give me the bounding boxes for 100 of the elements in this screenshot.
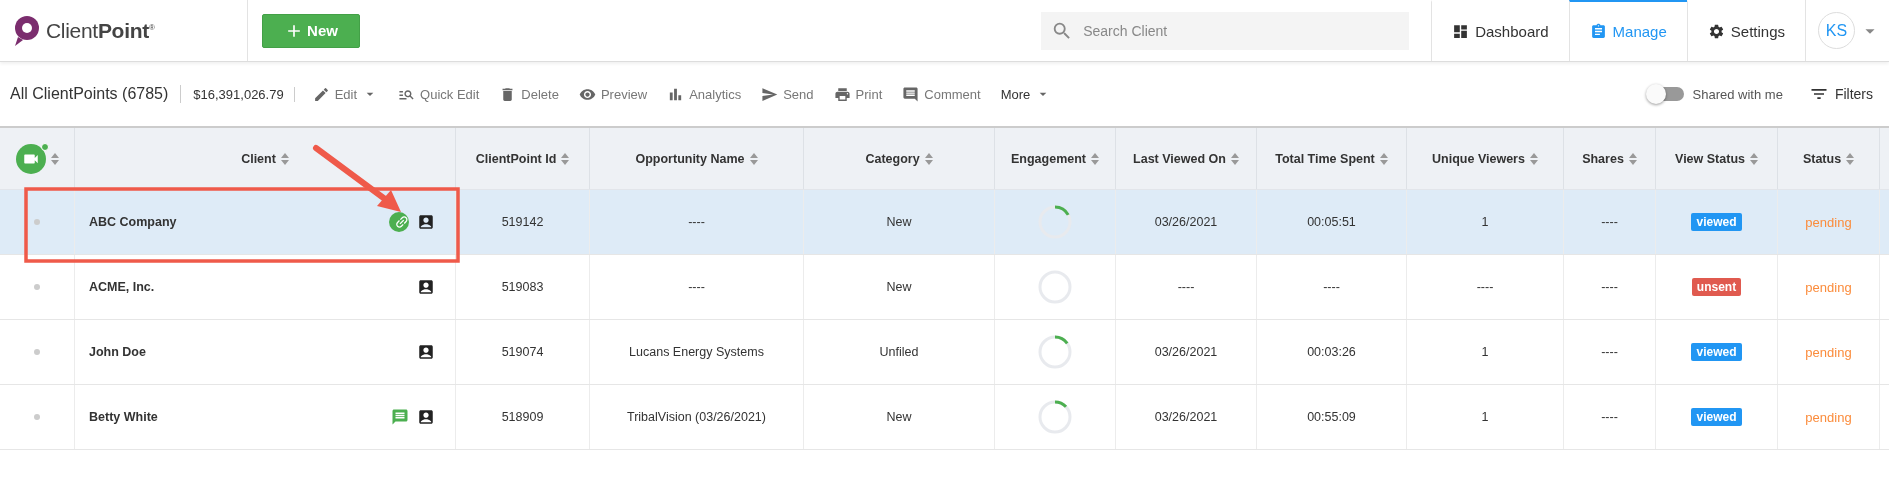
engagement-ring: [1036, 398, 1074, 436]
table-cell: ----: [688, 280, 705, 294]
toolbar-button[interactable]: Delete: [489, 85, 569, 103]
send-icon: [761, 85, 779, 103]
column-header[interactable]: Status: [1802, 151, 1842, 166]
table-cell: 1: [1481, 410, 1489, 424]
nav-tab[interactable]: Settings: [1686, 0, 1805, 61]
sort-icon[interactable]: [1529, 152, 1538, 165]
column-header[interactable]: Shares: [1582, 151, 1624, 166]
toolbar-button[interactable]: Print: [823, 85, 893, 103]
table-cell: ----: [1601, 345, 1618, 359]
table-cell: ----: [1601, 410, 1618, 424]
client-name: John Doe: [89, 345, 146, 359]
row-dot-icon: [34, 219, 40, 225]
search-field[interactable]: Search Client: [1041, 11, 1410, 50]
column-header[interactable]: Client: [241, 151, 276, 166]
table-cell: New: [886, 410, 912, 424]
toolbar-button[interactable]: Send: [751, 85, 824, 103]
table-cell: 00:05:51: [1307, 215, 1356, 229]
column-header[interactable]: ClientPoint Id: [475, 151, 557, 166]
contact-card-icon[interactable]: [417, 278, 435, 296]
client-name: Betty White: [89, 410, 158, 424]
toolbar-button[interactable]: Comment: [892, 85, 991, 103]
view-status-badge: viewed: [1691, 408, 1742, 426]
toolbar-button[interactable]: More: [990, 86, 1062, 102]
sort-icon[interactable]: [1379, 152, 1388, 165]
comment-icon: [902, 85, 920, 103]
table-row[interactable]: ACME, Inc. 519083 ---- New ---- ---- ---- ---- unsent pending: [0, 255, 1889, 320]
toolbar-button[interactable]: Analytics: [657, 85, 752, 103]
dashboard-icon: [1452, 23, 1470, 40]
row-dot-icon: [34, 284, 40, 290]
column-header[interactable]: Category: [865, 151, 920, 166]
clipboard-icon: [1589, 23, 1607, 40]
column-header[interactable]: View Status: [1675, 151, 1745, 166]
table-cell: 00:55:09: [1307, 410, 1356, 424]
engagement-ring: [1036, 203, 1074, 241]
table-cell: 518909: [501, 410, 544, 424]
toggle-label: Shared with me: [1692, 86, 1783, 102]
sort-icon[interactable]: [280, 152, 289, 165]
table-cell: 519083: [501, 280, 544, 294]
status-text: pending: [1805, 279, 1852, 295]
sort-icon[interactable]: [1230, 152, 1239, 165]
toggle-switch[interactable]: [1647, 87, 1684, 101]
table-cell: ----: [1476, 280, 1494, 294]
sort-icon[interactable]: [561, 152, 570, 165]
contact-card-icon[interactable]: [417, 213, 435, 231]
sort-icon[interactable]: [924, 152, 933, 165]
contact-card-icon[interactable]: [417, 408, 435, 426]
table-cell: 1: [1481, 345, 1489, 359]
table-row[interactable]: ABC Company 519142 ---- New 03/26/2021 00:05:51 1 ---- viewed pending: [0, 190, 1889, 255]
column-header[interactable]: Engagement: [1011, 151, 1086, 166]
nav-tab[interactable]: Dashboard: [1431, 0, 1569, 61]
table-cell: New: [886, 280, 912, 294]
table-cell: 03/26/2021: [1154, 410, 1218, 424]
column-header[interactable]: Unique Viewers: [1432, 151, 1525, 166]
table-cell: Lucans Energy Systems: [629, 345, 764, 359]
view-status-badge: viewed: [1691, 343, 1742, 361]
filters-button[interactable]: Filters: [1802, 83, 1879, 105]
logo-text: ClientPoint$^{®}$: [46, 18, 155, 43]
video-icon[interactable]: [15, 143, 46, 174]
table-cell: TribalVision (03/26/2021): [627, 410, 766, 424]
table-cell: ----: [1323, 280, 1340, 294]
status-text: pending: [1805, 214, 1852, 230]
contact-card-icon[interactable]: [417, 343, 435, 361]
sort-icon[interactable]: [1749, 152, 1758, 165]
column-header[interactable]: Total Time Spent: [1275, 151, 1375, 166]
row-dot-icon: [34, 414, 40, 420]
engagement-ring: [1036, 333, 1074, 371]
link-icon[interactable]: [389, 212, 409, 232]
settings-icon: [1707, 23, 1725, 40]
view-status-badge: unsent: [1691, 278, 1742, 296]
column-header[interactable]: Last Viewed On: [1133, 151, 1226, 166]
table-cell: ----: [688, 215, 705, 229]
view-status-badge: viewed: [1691, 213, 1742, 231]
client-name: ABC Company: [89, 215, 177, 229]
sort-icon[interactable]: [1091, 152, 1099, 165]
toolbar-button[interactable]: Preview: [568, 85, 658, 103]
table-cell: 03/26/2021: [1154, 215, 1218, 229]
sort-icon[interactable]: [1628, 152, 1637, 165]
table-cell: ----: [1601, 280, 1618, 294]
table-row[interactable]: Betty White 518909 TribalVision (03/26/2021) New 03/26/2021 00:55:09 1 ---- viewed pending: [0, 385, 1889, 450]
column-header[interactable]: Opportunity Name: [635, 151, 745, 166]
sort-icon[interactable]: [749, 152, 758, 165]
table-cell: ----: [1177, 280, 1195, 294]
toolbar-button[interactable]: Quick Edit: [388, 85, 490, 103]
table-cell: 519074: [501, 345, 544, 359]
table-cell: 03/26/2021: [1154, 345, 1218, 359]
client-name: ACME, Inc.: [89, 280, 155, 294]
page-title: All ClientPoints (6785): [10, 85, 182, 103]
table-cell: 519142: [501, 215, 544, 229]
pencil-icon: [312, 85, 330, 103]
table-cell: 00:03:26: [1307, 345, 1356, 359]
toolbar-button[interactable]: Edit: [302, 85, 389, 103]
logo-icon: [12, 14, 42, 47]
sort-icon[interactable]: [50, 152, 59, 165]
message-icon[interactable]: [391, 408, 409, 426]
printer-icon: [833, 85, 851, 103]
table-cell: New: [886, 215, 912, 229]
sort-icon[interactable]: [1846, 152, 1855, 165]
table-row[interactable]: John Doe 519074 Lucans Energy Systems Unfiled 03/26/2021 00:03:26 1 ---- viewed pending: [0, 320, 1889, 385]
